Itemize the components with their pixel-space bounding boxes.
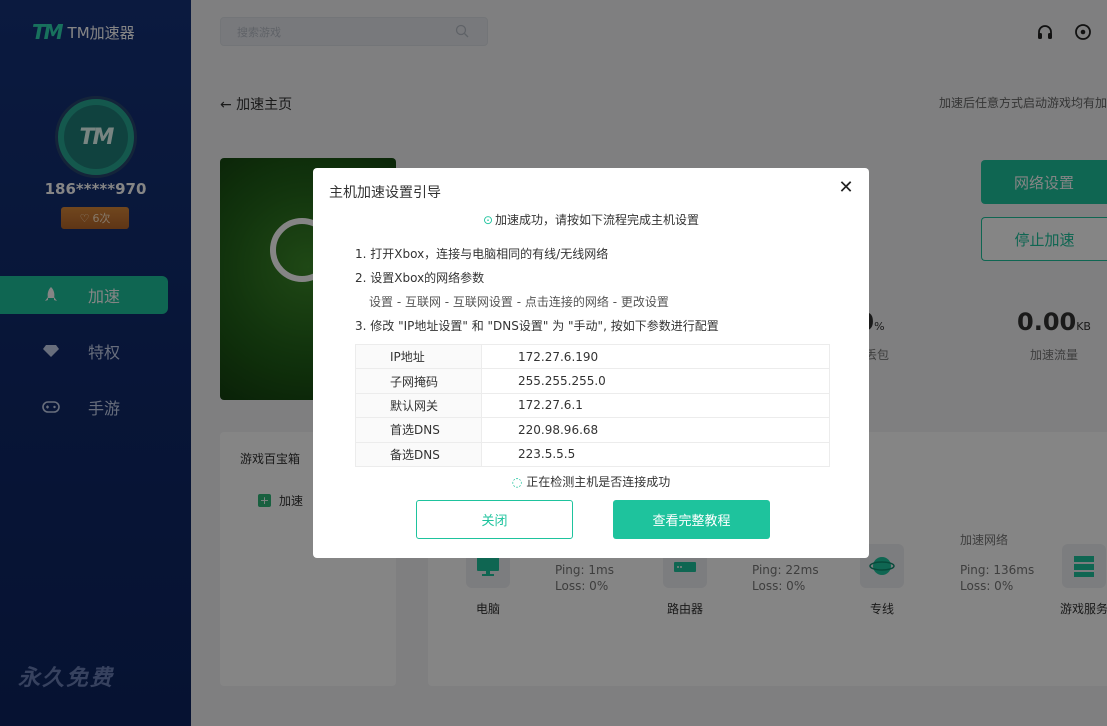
loading-spinner-icon: ◌: [511, 475, 523, 489]
param-value: 223.5.5.5: [481, 441, 830, 467]
view-tutorial-button[interactable]: 查看完整教程: [613, 500, 770, 539]
dialog-title: 主机加速设置引导: [329, 185, 441, 201]
table-row: 备选DNS 223.5.5.5: [355, 441, 830, 467]
param-key: 默认网关: [355, 392, 482, 419]
step-1: 1. 打开Xbox，连接与电脑相同的有线/无线网络: [355, 247, 609, 261]
param-key: 备选DNS: [355, 441, 482, 467]
step-3: 3. 修改 "IP地址设置" 和 "DNS设置" 为 "手动", 按如下参数进行…: [355, 319, 719, 333]
param-value: 172.27.6.190: [481, 343, 830, 370]
param-value: 255.255.255.0: [481, 368, 830, 394]
step-2-path: 设置 - 互联网 - 互联网设置 - 点击连接的网络 - 更改设置: [369, 295, 669, 309]
checking-status: ◌ 正在检测主机是否连接成功: [313, 473, 869, 490]
param-value: 172.27.6.1: [481, 392, 830, 419]
console-setup-dialog: 主机加速设置引导 ✕ ⊙ 加速成功，请按如下流程完成主机设置 1. 打开Xbox，…: [313, 168, 869, 558]
table-row: 子网掩码 255.255.255.0: [355, 368, 830, 394]
param-key: IP地址: [355, 343, 482, 370]
table-row: 默认网关 172.27.6.1: [355, 392, 830, 419]
param-value: 220.98.96.68: [481, 417, 830, 443]
success-message: ⊙ 加速成功，请按如下流程完成主机设置: [313, 211, 869, 228]
check-circle-icon: ⊙: [482, 213, 494, 227]
checking-text: 正在检测主机是否连接成功: [526, 475, 671, 489]
param-key: 首选DNS: [355, 417, 482, 443]
close-icon[interactable]: ✕: [837, 177, 855, 198]
param-key: 子网掩码: [355, 368, 482, 394]
table-row: 首选DNS 220.98.96.68: [355, 417, 830, 443]
close-button[interactable]: 关闭: [416, 500, 573, 539]
network-params-table: IP地址 172.27.6.190 子网掩码 255.255.255.0 默认网关 1…: [355, 343, 830, 467]
step-2: 2. 设置Xbox的网络参数: [355, 271, 485, 285]
success-text: 加速成功，请按如下流程完成主机设置: [495, 213, 700, 227]
setup-steps: 1. 打开Xbox，连接与电脑相同的有线/无线网络 2. 设置Xbox的网络参数…: [355, 242, 719, 338]
table-row: IP地址 172.27.6.190: [355, 343, 830, 370]
